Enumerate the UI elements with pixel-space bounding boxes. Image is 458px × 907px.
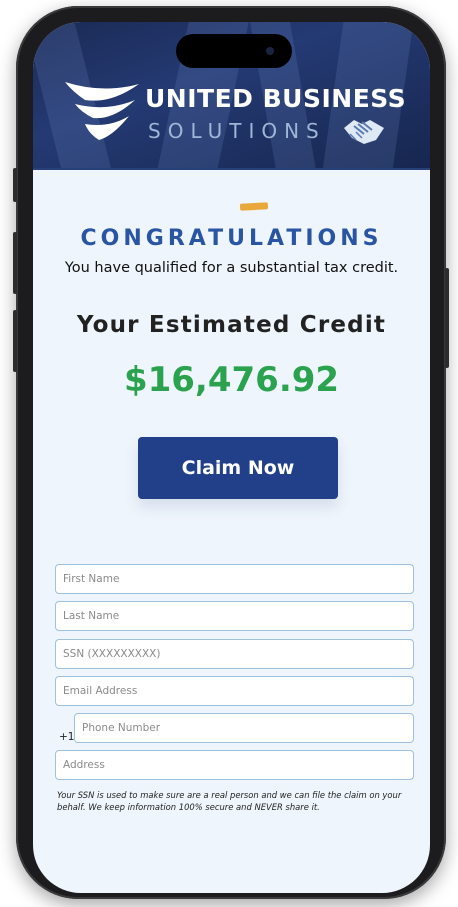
last-name-field[interactable] xyxy=(55,601,414,631)
handshake-icon xyxy=(344,120,384,144)
first-name-field[interactable] xyxy=(55,564,414,594)
front-camera xyxy=(266,47,274,55)
congratulations-heading: CONGRATULATIONS xyxy=(80,226,383,251)
phone-side-button xyxy=(13,168,17,202)
email-input[interactable] xyxy=(56,677,413,705)
last-name-input[interactable] xyxy=(56,602,413,630)
ssn-disclaimer: Your SSN is used to make sure are a real… xyxy=(57,790,402,812)
volume-up-button xyxy=(13,232,17,294)
email-field[interactable] xyxy=(55,676,414,706)
ssn-input[interactable] xyxy=(56,640,413,668)
estimated-credit-title: Your Estimated Credit xyxy=(76,312,387,338)
address-field[interactable] xyxy=(55,750,414,780)
wing-logo-icon xyxy=(65,82,139,140)
volume-down-button xyxy=(13,310,17,372)
phone-input[interactable] xyxy=(75,714,413,742)
power-button xyxy=(445,268,449,368)
first-name-input[interactable] xyxy=(56,565,413,593)
ssn-field[interactable] xyxy=(55,639,414,669)
claim-now-button[interactable]: Claim Now xyxy=(138,437,338,499)
address-input[interactable] xyxy=(56,751,413,779)
brand-name-line1: UNITED BUSINESS xyxy=(145,84,407,113)
decorative-mark xyxy=(239,202,269,211)
brand-name-line2: SOLUTIONS xyxy=(148,119,326,143)
credit-amount: $16,476.92 xyxy=(123,360,340,400)
phone-country-code: +1 xyxy=(59,731,75,743)
dynamic-island xyxy=(176,34,292,68)
phone-screen: UNITED BUSINESS SOLUTIONS CONGRATULATION… xyxy=(33,22,430,893)
qualified-message: You have qualified for a substantial tax… xyxy=(64,260,399,276)
phone-field[interactable] xyxy=(74,713,414,743)
